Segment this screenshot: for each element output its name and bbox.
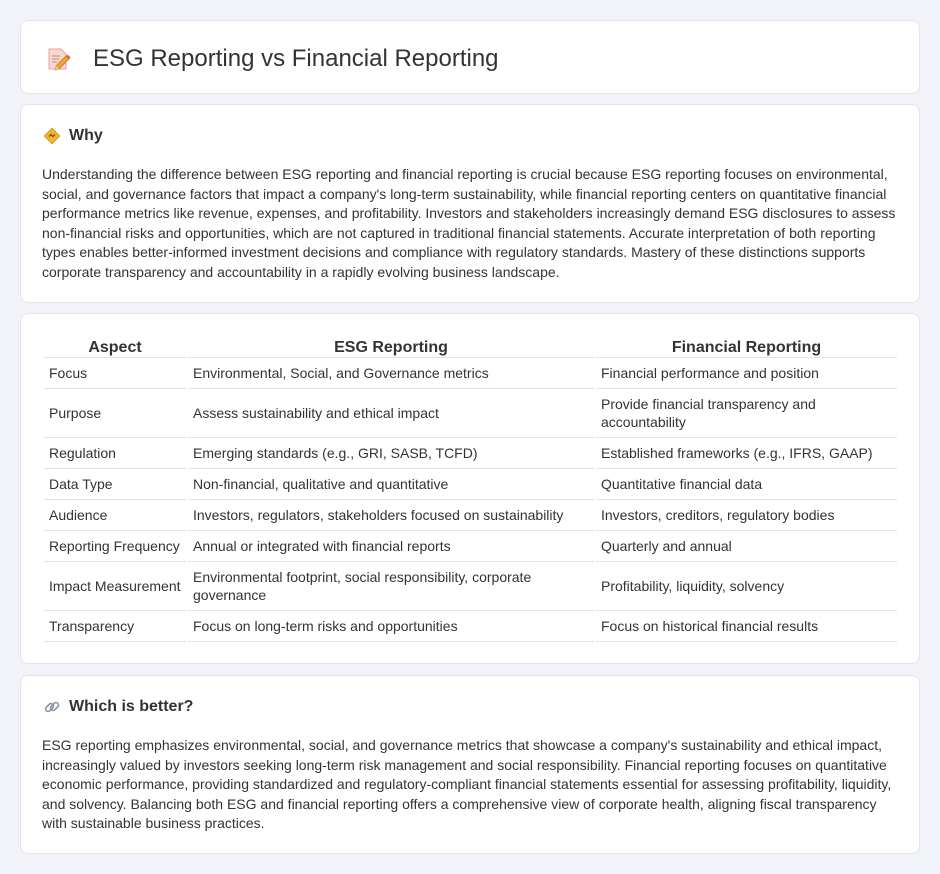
table-row: Purpose Assess sustainability and ethica… bbox=[44, 389, 897, 438]
better-card: Which is better? ESG reporting emphasize… bbox=[20, 675, 920, 854]
cell-aspect: Transparency bbox=[44, 611, 186, 642]
header-esg: ESG Reporting bbox=[188, 336, 594, 358]
cell-financial: Investors, creditors, regulatory bodies bbox=[596, 500, 897, 531]
table-row: Focus Environmental, Social, and Governa… bbox=[44, 358, 897, 389]
header-financial: Financial Reporting bbox=[596, 336, 897, 358]
cell-esg: Investors, regulators, stakeholders focu… bbox=[188, 500, 594, 531]
why-heading: Why bbox=[43, 127, 103, 145]
table-row: Regulation Emerging standards (e.g., GRI… bbox=[44, 438, 897, 469]
cell-financial: Established frameworks (e.g., IFRS, GAAP… bbox=[596, 438, 897, 469]
cell-esg: Non-financial, qualitative and quantitat… bbox=[188, 469, 594, 500]
cell-aspect: Focus bbox=[44, 358, 186, 389]
cell-esg: Annual or integrated with financial repo… bbox=[188, 531, 594, 562]
cell-esg: Focus on long-term risks and opportuniti… bbox=[188, 611, 594, 642]
comparison-card: Aspect ESG Reporting Financial Reporting… bbox=[20, 313, 920, 664]
page-title: ESG Reporting vs Financial Reporting bbox=[93, 45, 499, 72]
better-paragraph: ESG reporting emphasizes environmental, … bbox=[42, 737, 892, 831]
why-card: Why Understanding the difference between… bbox=[20, 104, 920, 303]
cell-esg: Assess sustainability and ethical impact bbox=[188, 389, 594, 438]
table-row: Reporting Frequency Annual or integrated… bbox=[44, 531, 897, 562]
cell-aspect: Data Type bbox=[44, 469, 186, 500]
cell-aspect: Reporting Frequency bbox=[44, 531, 186, 562]
comparison-table: Aspect ESG Reporting Financial Reporting… bbox=[42, 336, 899, 642]
cell-financial: Profitability, liquidity, solvency bbox=[596, 562, 897, 611]
cell-financial: Provide financial transparency and accou… bbox=[596, 389, 897, 438]
why-title: Why bbox=[69, 127, 103, 144]
why-paragraph: Understanding the difference between ESG… bbox=[42, 166, 896, 280]
header-aspect: Aspect bbox=[44, 336, 186, 358]
table-row: Impact Measurement Environmental footpri… bbox=[44, 562, 897, 611]
cell-financial: Financial performance and position bbox=[596, 358, 897, 389]
better-heading: Which is better? bbox=[43, 698, 193, 716]
table-row: Audience Investors, regulators, stakehol… bbox=[44, 500, 897, 531]
link-icon bbox=[44, 701, 60, 713]
table-row: Data Type Non-financial, qualitative and… bbox=[44, 469, 897, 500]
cell-esg: Environmental footprint, social responsi… bbox=[188, 562, 594, 611]
cell-financial: Quantitative financial data bbox=[596, 469, 897, 500]
title-row: ESG Reporting vs Financial Reporting bbox=[45, 45, 499, 73]
cell-aspect: Purpose bbox=[44, 389, 186, 438]
cell-aspect: Regulation bbox=[44, 438, 186, 469]
cell-esg: Emerging standards (e.g., GRI, SASB, TCF… bbox=[188, 438, 594, 469]
cell-aspect: Impact Measurement bbox=[44, 562, 186, 611]
cell-financial: Focus on historical financial results bbox=[596, 611, 897, 642]
title-card: ESG Reporting vs Financial Reporting bbox=[20, 20, 920, 94]
table-row: Transparency Focus on long-term risks an… bbox=[44, 611, 897, 642]
table-header-row: Aspect ESG Reporting Financial Reporting bbox=[44, 336, 897, 358]
cell-aspect: Audience bbox=[44, 500, 186, 531]
diamond-sign-icon bbox=[43, 127, 61, 145]
pencil-note-icon bbox=[48, 48, 71, 71]
cell-esg: Environmental, Social, and Governance me… bbox=[188, 358, 594, 389]
cell-financial: Quarterly and annual bbox=[596, 531, 897, 562]
better-title: Which is better? bbox=[69, 698, 194, 715]
